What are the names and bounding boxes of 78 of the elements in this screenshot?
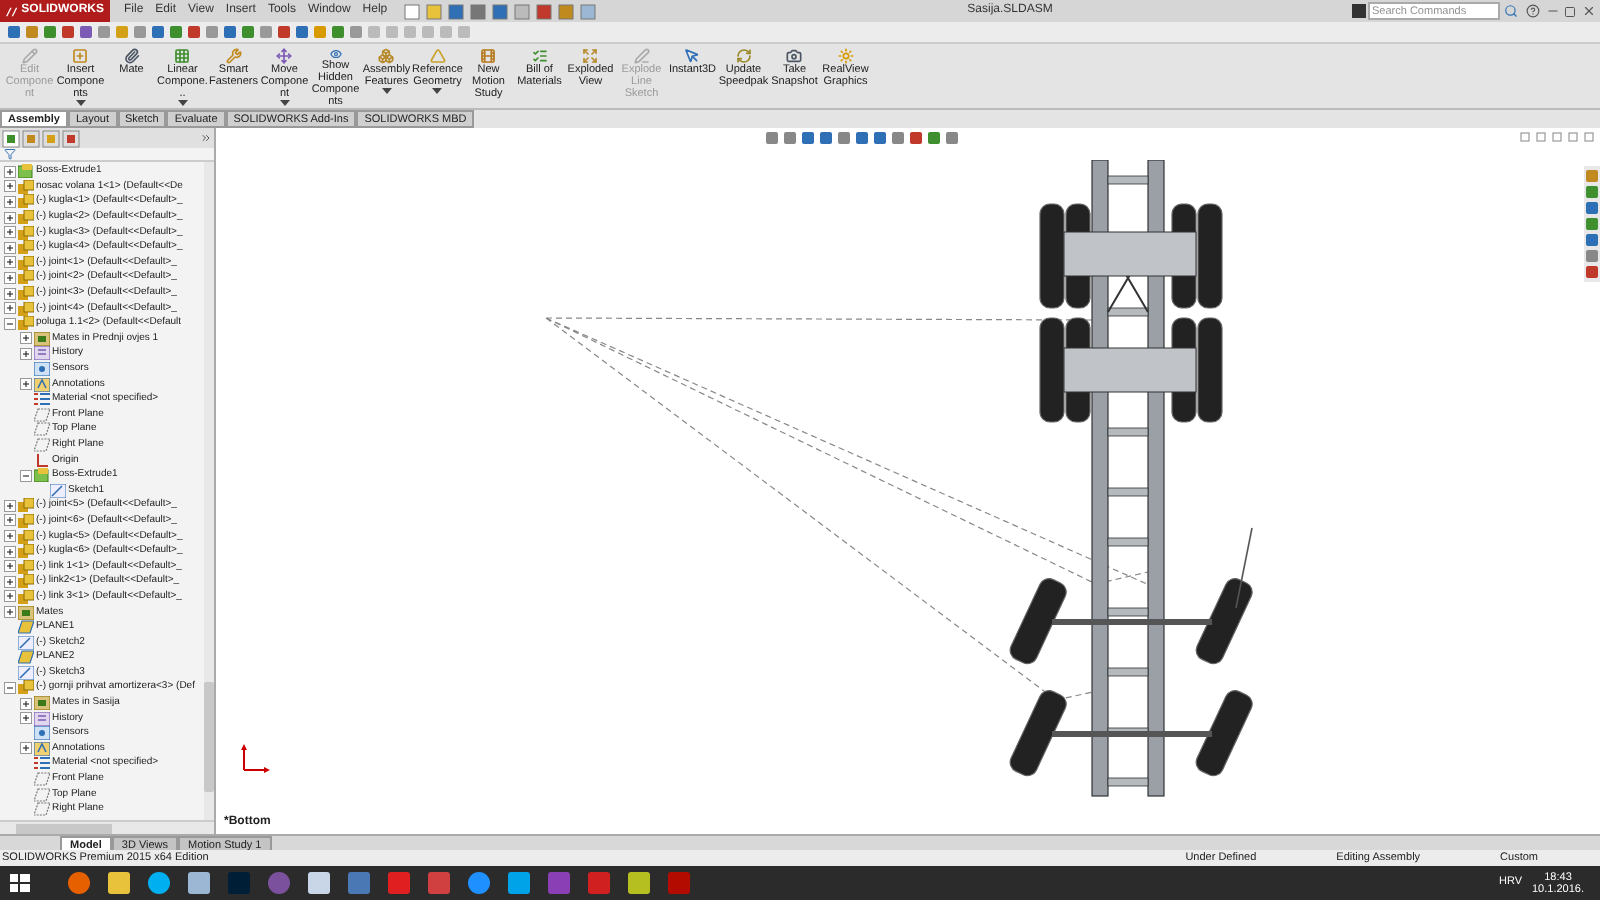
history-icon	[34, 346, 50, 361]
collapse-icon[interactable]	[20, 469, 32, 482]
expand-icon[interactable]	[4, 590, 16, 603]
feature-icon	[18, 164, 34, 179]
search-icon[interactable]	[1504, 4, 1518, 18]
filter-icon[interactable]	[4, 148, 16, 160]
part-icon	[18, 680, 34, 695]
refresh-icon	[735, 48, 752, 64]
history-icon	[34, 711, 50, 726]
expand-icon	[582, 48, 599, 64]
collapse-icon[interactable]	[4, 681, 16, 694]
material-icon	[34, 392, 50, 407]
triangle-icon	[429, 48, 446, 64]
expand-panel-icon[interactable]	[200, 132, 212, 144]
sensor-icon	[34, 726, 50, 741]
expand-icon[interactable]	[4, 287, 16, 300]
expand-icon[interactable]	[20, 697, 32, 710]
feature-icon	[34, 468, 50, 483]
expand-icon[interactable]	[4, 226, 16, 239]
sketch-icon	[18, 635, 34, 650]
scrollbar-thumb[interactable]	[204, 682, 214, 792]
close-icon[interactable]	[1582, 4, 1596, 18]
expand-icon[interactable]	[4, 256, 16, 269]
expand-icon[interactable]	[4, 499, 16, 512]
expand-icon[interactable]	[4, 211, 16, 224]
eye-icon	[327, 48, 344, 60]
sun-icon	[837, 48, 854, 64]
move-icon	[276, 48, 293, 64]
caret-icon	[432, 88, 443, 94]
pointer-icon	[684, 48, 701, 64]
caret-icon	[381, 88, 392, 94]
expand-icon[interactable]	[4, 514, 16, 527]
expand-icon[interactable]	[4, 180, 16, 193]
expand-icon[interactable]	[20, 378, 32, 391]
pen-line-icon	[633, 48, 650, 64]
caret-icon	[177, 100, 188, 106]
expand-icon[interactable]	[4, 545, 16, 558]
help-icon[interactable]	[1526, 4, 1540, 18]
expand-icon[interactable]	[20, 712, 32, 725]
caret-icon	[279, 100, 290, 106]
terminal-icon	[1352, 4, 1366, 18]
sketch-icon	[50, 483, 66, 498]
expand-icon[interactable]	[4, 241, 16, 254]
expand-icon[interactable]	[4, 271, 16, 284]
annotation-icon	[34, 741, 50, 756]
annotation-icon	[34, 377, 50, 392]
grid-icon	[174, 48, 191, 64]
origin-icon	[34, 453, 50, 468]
expand-icon[interactable]	[20, 742, 32, 755]
sketch-icon	[18, 665, 34, 680]
plus-box-icon	[72, 48, 89, 64]
expand-icon[interactable]	[4, 165, 16, 178]
camera-icon	[786, 48, 803, 64]
material-icon	[34, 756, 50, 771]
expand-icon[interactable]	[20, 347, 32, 360]
caret-icon	[75, 100, 86, 106]
wrench-icon	[225, 48, 242, 64]
expand-icon[interactable]	[4, 302, 16, 315]
restore-icon[interactable]	[1564, 5, 1576, 17]
boxes-icon	[378, 48, 395, 64]
mates-icon	[18, 605, 34, 620]
paperclip-icon	[123, 48, 140, 64]
expand-icon[interactable]	[4, 195, 16, 208]
axis-triad-icon	[240, 742, 272, 774]
ds-logo-icon	[6, 5, 18, 17]
expand-icon[interactable]	[4, 560, 16, 573]
expand-icon[interactable]	[4, 575, 16, 588]
sensor-icon	[34, 362, 50, 377]
expand-icon[interactable]	[4, 530, 16, 543]
pencil-icon	[21, 48, 38, 64]
mates-icon	[34, 331, 50, 346]
collapse-icon[interactable]	[4, 317, 16, 330]
expand-icon[interactable]	[20, 332, 32, 345]
expand-icon[interactable]	[4, 606, 16, 619]
list-icon	[531, 48, 548, 64]
film-icon	[480, 48, 497, 64]
mates-icon	[34, 696, 50, 711]
horizontal-scrollbar[interactable]	[0, 820, 214, 834]
